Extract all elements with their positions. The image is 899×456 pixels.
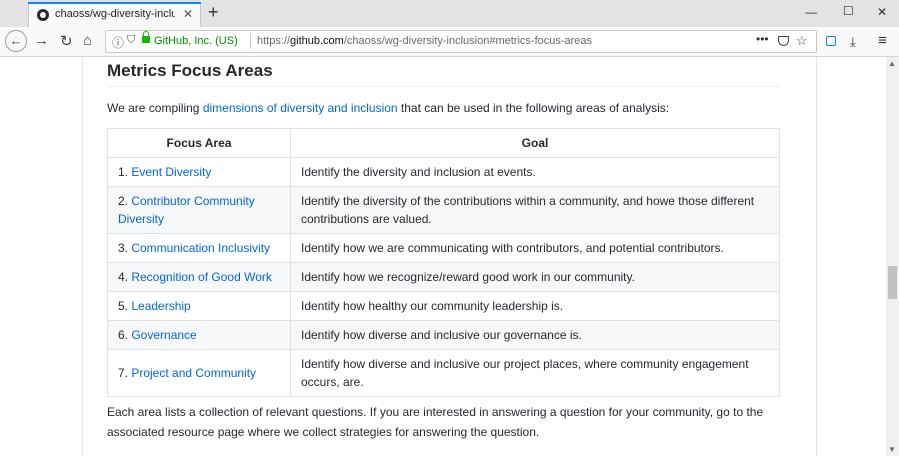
table-row: 2. Contributor Community Diversity Ident…: [107, 186, 780, 234]
focus-area-link[interactable]: Event Diversity: [131, 165, 211, 179]
heading-divider: [107, 86, 779, 87]
goal-cell: Identify how healthy our community leade…: [290, 291, 780, 321]
focus-area-cell: 6. Governance: [107, 320, 291, 350]
secure-lock-icon: [142, 31, 150, 43]
maximize-icon[interactable]: ☐: [843, 4, 854, 18]
url-text[interactable]: https://github.com/chaoss/wg-diversity-i…: [257, 35, 592, 47]
row-number: 6.: [118, 328, 132, 342]
focus-area-link[interactable]: Governance: [131, 328, 196, 342]
table-row: 3. Communication Inclusivity Identify ho…: [107, 233, 780, 263]
forward-icon[interactable]: →: [34, 32, 49, 49]
row-number: 4.: [118, 270, 132, 284]
focus-area-cell: 7. Project and Community: [107, 349, 291, 397]
url-path: /chaoss/wg-diversity-inclusion#metrics-f…: [343, 35, 593, 47]
row-number: 2.: [118, 194, 132, 208]
intro-text-before: We are compiling: [107, 101, 203, 115]
dimensions-link[interactable]: dimensions of diversity and inclusion: [203, 101, 398, 115]
section-heading: Metrics Focus Areas: [107, 61, 273, 80]
menu-icon[interactable]: ≡: [878, 32, 887, 49]
vertical-scrollbar[interactable]: ▲ ▼: [886, 57, 899, 456]
goal-cell: Identify how we recognize/reward good wo…: [290, 262, 780, 292]
table-header-row: Focus Area Goal: [107, 128, 780, 158]
focus-area-cell: 5. Leadership: [107, 291, 291, 321]
column-header-focus-area: Focus Area: [107, 128, 291, 158]
window-close-icon[interactable]: ✕: [877, 5, 887, 19]
navigation-toolbar: ← → ↻ ⌂ ⓘ ⛉ GitHub, Inc. (US) https://gi…: [0, 27, 899, 57]
table-row: 7. Project and Community Identify how di…: [107, 349, 780, 397]
bookmark-star-icon[interactable]: ☆: [796, 33, 808, 49]
focus-area-link[interactable]: Contributor Community Diversity: [118, 194, 255, 226]
back-icon[interactable]: ←: [5, 30, 27, 52]
row-number: 7.: [118, 366, 132, 380]
new-tab-icon[interactable]: +: [208, 2, 219, 23]
focus-area-cell: 4. Recognition of Good Work: [107, 262, 291, 292]
page-actions-icon[interactable]: •••: [756, 32, 769, 46]
active-tab-indicator: [28, 2, 201, 4]
goal-cell: Identify how diverse and inclusive our g…: [290, 320, 780, 350]
identity-separator: [250, 34, 251, 49]
goal-cell: Identify how diverse and inclusive our p…: [290, 349, 780, 397]
download-icon[interactable]: ⤓: [850, 34, 856, 50]
focus-area-link[interactable]: Leadership: [131, 299, 190, 313]
intro-text-after: that can be used in the following areas …: [397, 101, 670, 115]
url-prefix: https://: [257, 35, 291, 47]
focus-area-cell: 2. Contributor Community Diversity: [107, 186, 291, 234]
table-row: 6. Governance Identify how diverse and i…: [107, 320, 780, 350]
tab-close-icon[interactable]: ✕: [183, 7, 193, 21]
focus-area-link[interactable]: Recognition of Good Work: [131, 270, 272, 284]
minimize-icon[interactable]: —: [805, 5, 817, 19]
row-number: 3.: [118, 241, 132, 255]
page-viewport: Metrics Focus Areas We are compiling dim…: [0, 57, 886, 456]
site-identity[interactable]: GitHub, Inc. (US): [154, 35, 238, 47]
focus-area-cell: 3. Communication Inclusivity: [107, 233, 291, 263]
address-bar[interactable]: ⓘ ⛉ GitHub, Inc. (US) https://github.com…: [105, 30, 817, 53]
outro-paragraph: Each area lists a collection of relevant…: [107, 405, 764, 439]
table-row: 4. Recognition of Good Work Identify how…: [107, 262, 780, 292]
scrollbar-thumb[interactable]: [888, 266, 897, 299]
row-number: 1.: [118, 165, 132, 179]
url-domain: github.com: [290, 35, 344, 47]
extension-icon[interactable]: [826, 36, 836, 46]
focus-area-link[interactable]: Project and Community: [131, 366, 256, 380]
github-favicon-icon: [37, 9, 49, 21]
focus-areas-table: Focus Area Goal 1. Event Diversity Ident…: [107, 128, 780, 397]
intro-paragraph: We are compiling dimensions of diversity…: [107, 101, 669, 115]
tab-strip: chaoss/wg-diversity-inclusion: ... ✕ + —…: [0, 0, 899, 27]
goal-cell: Identify the diversity and inclusion at …: [290, 157, 780, 187]
tab-title: chaoss/wg-diversity-inclusion: ...: [55, 8, 175, 20]
info-icon[interactable]: ⓘ: [112, 34, 124, 51]
reload-icon[interactable]: ↻: [60, 32, 73, 50]
focus-area-link[interactable]: Communication Inclusivity: [131, 241, 270, 255]
scroll-down-icon[interactable]: ▼: [888, 445, 896, 454]
table-row: 5. Leadership Identify how healthy our c…: [107, 291, 780, 321]
goal-cell: Identify how we are communicating with c…: [290, 233, 780, 263]
browser-tab[interactable]: chaoss/wg-diversity-inclusion: ... ✕: [28, 2, 201, 27]
column-header-goal: Goal: [290, 128, 780, 158]
row-number: 5.: [118, 299, 132, 313]
table-row: 1. Event Diversity Identify the diversit…: [107, 157, 780, 187]
focus-area-cell: 1. Event Diversity: [107, 157, 291, 187]
home-icon[interactable]: ⌂: [83, 32, 92, 49]
tracking-shield-icon[interactable]: ⛉: [127, 34, 135, 47]
scroll-up-icon[interactable]: ▲: [888, 59, 896, 68]
pocket-icon[interactable]: [778, 36, 789, 46]
goal-cell: Identify the diversity of the contributi…: [290, 186, 780, 234]
